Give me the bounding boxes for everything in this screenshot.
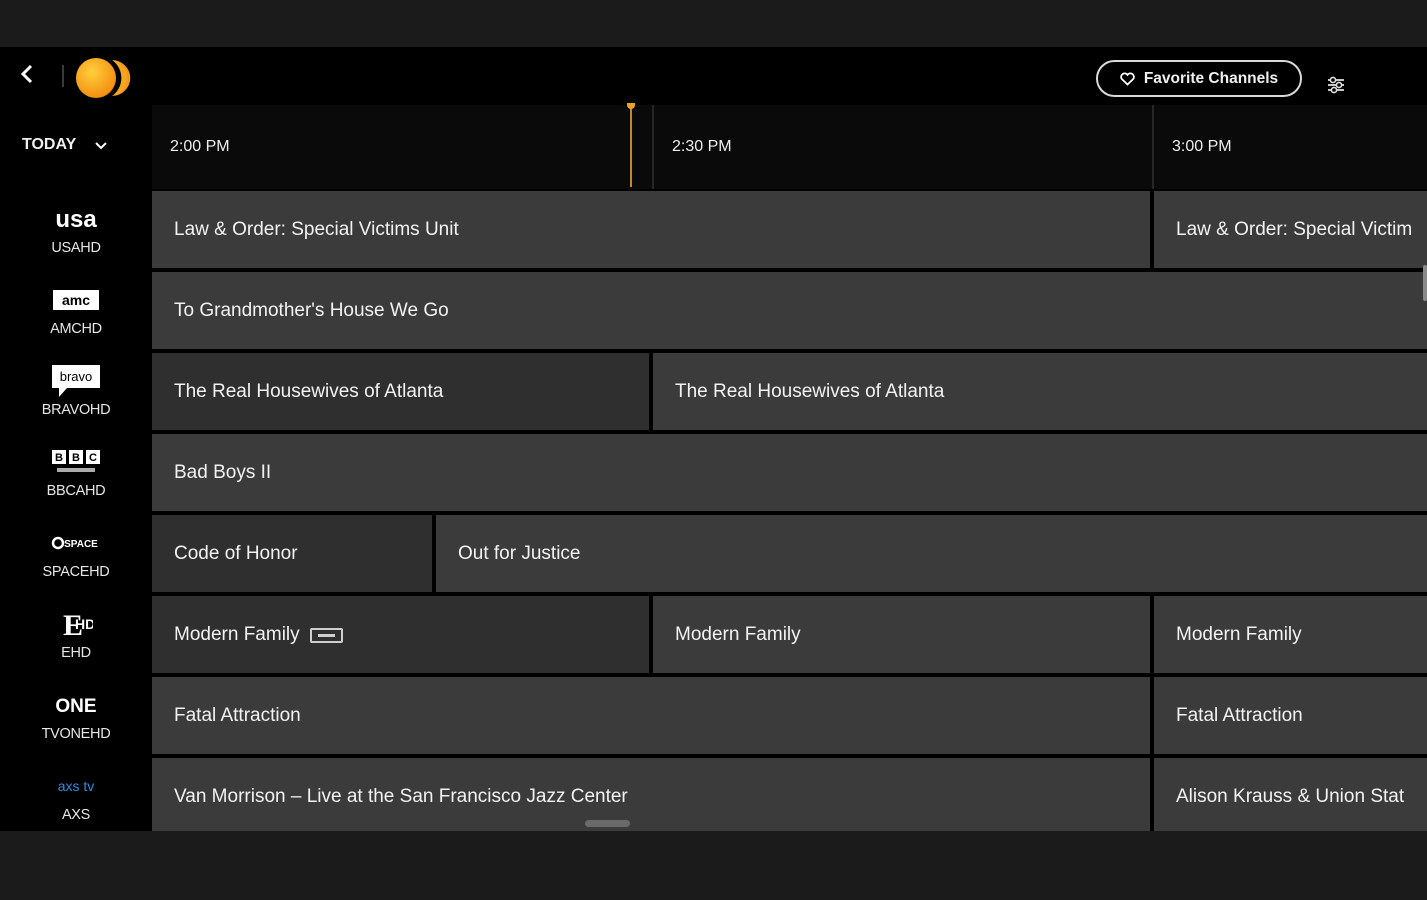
svg-text:B: B (55, 452, 63, 464)
svg-text:C: C (89, 452, 97, 464)
svg-text:bravo: bravo (60, 369, 93, 384)
time-slot-label: 2:00 PM (170, 138, 230, 155)
channel-name: SPACEHD (42, 563, 110, 580)
time-slot-label: 2:30 PM (672, 138, 732, 155)
channel-bbcahd[interactable]: BBC BBCAHD (0, 432, 152, 513)
channel-axs[interactable]: axs tv AXS (0, 756, 152, 831)
program-cell[interactable]: Van Morrison – Live at the San Francisco… (152, 758, 1150, 831)
svg-text:amc: amc (62, 292, 90, 308)
svg-text:axs tv: axs tv (58, 778, 95, 794)
program-cell[interactable]: Modern Family (152, 596, 649, 673)
bravo-logo: bravo (51, 364, 101, 397)
program-cell[interactable]: Alison Krauss & Union Stat (1154, 758, 1427, 831)
channel-spacehd[interactable]: SPACE SPACEHD (0, 513, 152, 594)
program-cell[interactable]: The Real Housewives of Atlanta (152, 353, 649, 430)
program-cell[interactable]: Fatal Attraction (1154, 677, 1427, 754)
program-cell[interactable]: Modern Family (1154, 596, 1427, 673)
program-title: Modern Family (174, 623, 300, 645)
program-cell[interactable]: Code of Honor (152, 515, 432, 592)
channel-name: EHD (61, 644, 91, 661)
day-selector[interactable]: TODAY (0, 105, 150, 185)
channel-ehd[interactable]: E HD EHD (0, 594, 152, 675)
channel-guide: Favorite Channels TODAY usa USAHD amc AM… (0, 47, 1427, 831)
program-cell[interactable]: Fatal Attraction (152, 677, 1150, 754)
channel-name: BRAVOHD (41, 401, 111, 418)
e-logo: E HD (59, 609, 93, 641)
channel-name: BBCAHD (46, 482, 106, 499)
svg-text:SPACE: SPACE (64, 539, 98, 550)
program-grid: Law & Order: Special Victims Unit Law & … (152, 189, 1427, 831)
horizontal-scrollbar[interactable] (585, 820, 630, 827)
current-time-indicator (630, 105, 632, 187)
favorite-channels-button[interactable]: Favorite Channels (1096, 60, 1302, 97)
chevron-left-icon (20, 64, 33, 84)
svg-text:B: B (72, 452, 80, 464)
day-label: TODAY (22, 136, 77, 153)
program-cell[interactable]: Modern Family (653, 596, 1150, 673)
channel-name: AXS (61, 806, 91, 823)
program-cell[interactable]: Law & Order: Special Victims Unit (152, 191, 1150, 268)
amc-logo: amc (52, 285, 100, 315)
channel-usahd[interactable]: usa USAHD (0, 189, 152, 270)
vertical-scrollbar[interactable] (1423, 265, 1427, 301)
space-logo: SPACE (51, 528, 101, 558)
filter-settings-button[interactable] (1322, 71, 1350, 99)
screen-frame: Favorite Channels TODAY usa USAHD amc AM… (0, 0, 1427, 900)
channel-name: TVONEHD (41, 725, 111, 742)
program-cell[interactable]: Out for Justice (436, 515, 1427, 592)
favorite-channels-label: Favorite Channels (1143, 69, 1279, 87)
svg-text:usa: usa (55, 206, 97, 232)
sling-logo[interactable] (75, 56, 135, 100)
program-cell[interactable]: Law & Order: Special Victim (1154, 191, 1427, 268)
usa-logo: usa (50, 204, 102, 234)
chevron-down-icon (95, 141, 107, 149)
channel-name: USAHD (51, 239, 101, 256)
program-cell[interactable]: The Real Housewives of Atlanta (653, 353, 1427, 430)
header-divider (62, 65, 64, 87)
program-cell[interactable]: Bad Boys II (152, 434, 1427, 511)
axs-logo: axs tv (50, 771, 102, 801)
heart-outline-icon (1120, 72, 1135, 86)
back-button[interactable] (14, 61, 40, 87)
channel-bravohd[interactable]: bravo BRAVOHD (0, 351, 152, 432)
channel-tvonehd[interactable]: ONE TVONEHD (0, 675, 152, 756)
new-episode-badge (309, 628, 343, 643)
svg-text:HD: HD (75, 616, 93, 632)
svg-text:ONE: ONE (55, 696, 96, 715)
time-slot-label: 3:00 PM (1172, 138, 1232, 155)
sliders-icon (1328, 76, 1344, 94)
program-cell[interactable]: To Grandmother's House We Go (152, 272, 1427, 349)
channel-amchd[interactable]: amc AMCHD (0, 270, 152, 351)
timeline-header: 2:00 PM 2:30 PM 3:00 PM (152, 105, 1427, 189)
tvone-logo: ONE (49, 690, 103, 720)
bbc-america-logo: BBC (51, 447, 101, 477)
channel-name: AMCHD (50, 320, 102, 337)
